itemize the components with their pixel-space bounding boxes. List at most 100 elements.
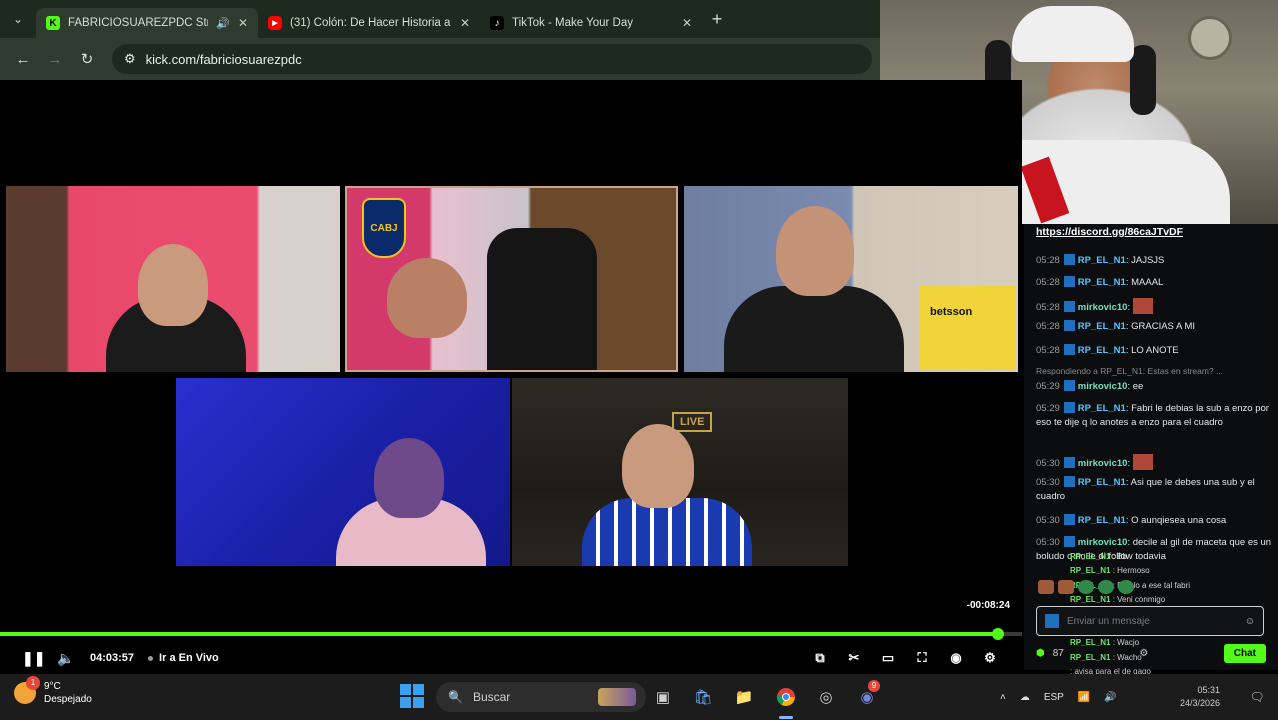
message-timestamp: 05:28 <box>1036 302 1060 313</box>
emote-icon[interactable] <box>1118 580 1134 594</box>
new-tab-button[interactable]: + <box>702 9 732 30</box>
temperature: 9°C <box>44 681 61 692</box>
overlay-username: RP_EL_N1 <box>1070 595 1111 605</box>
message-timestamp: 05:28 <box>1036 321 1060 332</box>
show-hidden-icons[interactable]: ˄ <box>1000 692 1006 703</box>
task-view-icon[interactable]: ▣ <box>652 686 674 708</box>
channel-points-icon[interactable]: ⬢ <box>1036 648 1045 659</box>
store-icon[interactable]: 🛍 <box>692 686 714 708</box>
chat-input[interactable]: Enviar un mensaje ☺ <box>1036 606 1264 636</box>
message-username[interactable]: mirkovic10 <box>1078 458 1128 469</box>
message-username[interactable]: RP_EL_N1 <box>1078 345 1126 356</box>
overlay-text: Bb <box>1117 552 1127 561</box>
message-username[interactable]: mirkovic10 <box>1078 381 1128 392</box>
emote-icon[interactable] <box>1038 580 1054 594</box>
emoji-icon[interactable]: ☺ <box>1245 616 1255 627</box>
clip-icon[interactable]: ✂ <box>844 650 864 666</box>
seek-bar[interactable] <box>0 628 1022 640</box>
tab-youtube[interactable]: ▶ (31) Colón: De Hacer Historia a ✕ <box>258 8 480 38</box>
streamer-cap <box>1012 6 1134 62</box>
channel-points-value: 87 <box>1052 648 1064 659</box>
tab-kick[interactable]: K FABRICIOSUAREZPDC Strea 🔊 ✕ <box>36 8 258 38</box>
notifications-icon[interactable]: 🗨 <box>1246 686 1268 708</box>
chat-input-placeholder: Enviar un mensaje <box>1067 615 1150 627</box>
file-explorer-icon[interactable]: 📁 <box>733 686 755 708</box>
tab-tiktok[interactable]: ♪ TikTok - Make Your Day ✕ <box>480 8 702 38</box>
close-icon[interactable]: ✕ <box>682 16 692 30</box>
address-bar: ← → ↻ ⚙ kick.com/fabriciosuarezpdc <box>0 38 880 80</box>
cloud-icon[interactable]: ☁ <box>1020 692 1030 703</box>
system-clock[interactable]: 05:31 24/3/2026 <box>1180 684 1220 710</box>
stream-info-icon[interactable]: ◉ <box>946 650 966 666</box>
chat-footer: ⬢ 87 ⚙ Chat <box>1036 644 1266 663</box>
user-badge-icon <box>1063 301 1075 312</box>
emote-icon[interactable] <box>1098 580 1114 594</box>
video-tile-3: betsson <box>684 186 1018 372</box>
seek-handle[interactable] <box>992 628 1005 640</box>
kick-badge-icon <box>1045 614 1059 628</box>
overlay-username: RP_EL_N1 <box>1070 566 1111 576</box>
message-separator: : <box>1125 255 1129 266</box>
obs-icon[interactable]: ◎ <box>815 686 837 708</box>
video-tile-5: LIVE <box>512 378 848 566</box>
back-button[interactable]: ← <box>10 46 36 72</box>
chat-message: 05:28 RP_EL_N1: JAJSJS <box>1036 254 1274 268</box>
speaker-icon[interactable]: 🔊 <box>216 17 230 30</box>
message-username[interactable]: RP_EL_N1 <box>1078 477 1126 488</box>
forward-button[interactable]: → <box>42 46 68 72</box>
weather-widget[interactable]: 1 9°C Despejado <box>14 676 92 706</box>
close-icon[interactable]: ✕ <box>460 16 470 30</box>
fullscreen-icon[interactable]: ⛶ <box>912 650 932 666</box>
video-tile-4 <box>176 378 510 566</box>
message-username[interactable]: mirkovic10 <box>1078 537 1128 548</box>
volume-icon[interactable]: 🔈 <box>56 650 76 667</box>
message-username[interactable]: RP_EL_N1 <box>1078 255 1126 266</box>
message-username[interactable]: RP_EL_N1 <box>1078 515 1126 526</box>
elapsed-time: 04:03:57 <box>90 652 135 664</box>
taskbar-search[interactable]: 🔍 Buscar <box>436 682 646 712</box>
discord-icon[interactable]: ◉ 9 <box>856 680 880 708</box>
go-live-button[interactable]: Ir a En Vivo <box>148 652 219 664</box>
emote-icon[interactable] <box>1058 580 1074 594</box>
emote-icon[interactable] <box>1078 580 1094 594</box>
user-badge-icon <box>1063 514 1075 525</box>
overlay-text: Veni conmigo <box>1117 595 1166 605</box>
video-player[interactable]: CABJ betsson LIVE -00:08:24 <box>0 80 1022 620</box>
message-username[interactable]: RP_EL_N1 <box>1078 277 1126 288</box>
pinned-discord-link[interactable]: https://discord.gg/86caJTvDF <box>1036 226 1183 238</box>
participant-face <box>387 258 467 338</box>
clock-date: 24/3/2026 <box>1180 698 1221 708</box>
browser-tab-bar: ⌄ K FABRICIOSUAREZPDC Strea 🔊 ✕ ▶ (31) C… <box>0 0 880 38</box>
message-username[interactable]: RP_EL_N1 <box>1078 403 1126 414</box>
message-separator: : <box>1125 277 1129 288</box>
settings-gear-icon[interactable]: ⚙ <box>980 650 1000 666</box>
message-timestamp: 05:30 <box>1036 458 1060 469</box>
go-live-label: Ir a En Vivo <box>159 652 219 664</box>
site-info-icon[interactable]: ⚙ <box>124 51 136 67</box>
message-separator: : <box>1125 477 1129 488</box>
close-icon[interactable]: ✕ <box>238 16 248 30</box>
user-badge-icon <box>1063 457 1075 468</box>
volume-tray-icon[interactable]: 🔊 <box>1104 692 1116 703</box>
tab-search-icon[interactable]: ⌄ <box>0 0 36 38</box>
message-username[interactable]: RP_EL_N1 <box>1078 321 1126 332</box>
reload-button[interactable]: ↻ <box>74 46 100 72</box>
wifi-icon[interactable]: 📶 <box>1078 692 1090 703</box>
live-dot-icon <box>148 655 154 661</box>
pause-icon[interactable]: ❚❚ <box>22 650 45 667</box>
chat-message: 05:30 RP_EL_N1: O aunqiesea una cosa <box>1036 514 1274 528</box>
message-separator: : <box>1127 381 1131 392</box>
message-username[interactable]: mirkovic10 <box>1078 302 1128 313</box>
windows-start-icon[interactable] <box>400 684 424 708</box>
chat-panel: https://discord.gg/86caJTvDF 05:28 RP_EL_… <box>1024 224 1278 705</box>
wall-clock <box>1188 16 1232 60</box>
url-field[interactable]: ⚙ kick.com/fabriciosuarezpdc <box>112 44 872 74</box>
language-indicator[interactable]: ESP <box>1044 692 1064 703</box>
theater-mode-icon[interactable]: ▭ <box>878 650 898 666</box>
tiktok-logo-icon: ♪ <box>490 16 504 30</box>
chat-send-button[interactable]: Chat <box>1223 644 1266 663</box>
message-text: MAAAL <box>1131 277 1164 288</box>
chrome-icon[interactable] <box>775 686 797 708</box>
chat-settings-icon[interactable]: ⚙ <box>1139 648 1148 659</box>
miniplayer-icon[interactable]: ⧉ <box>810 650 830 666</box>
